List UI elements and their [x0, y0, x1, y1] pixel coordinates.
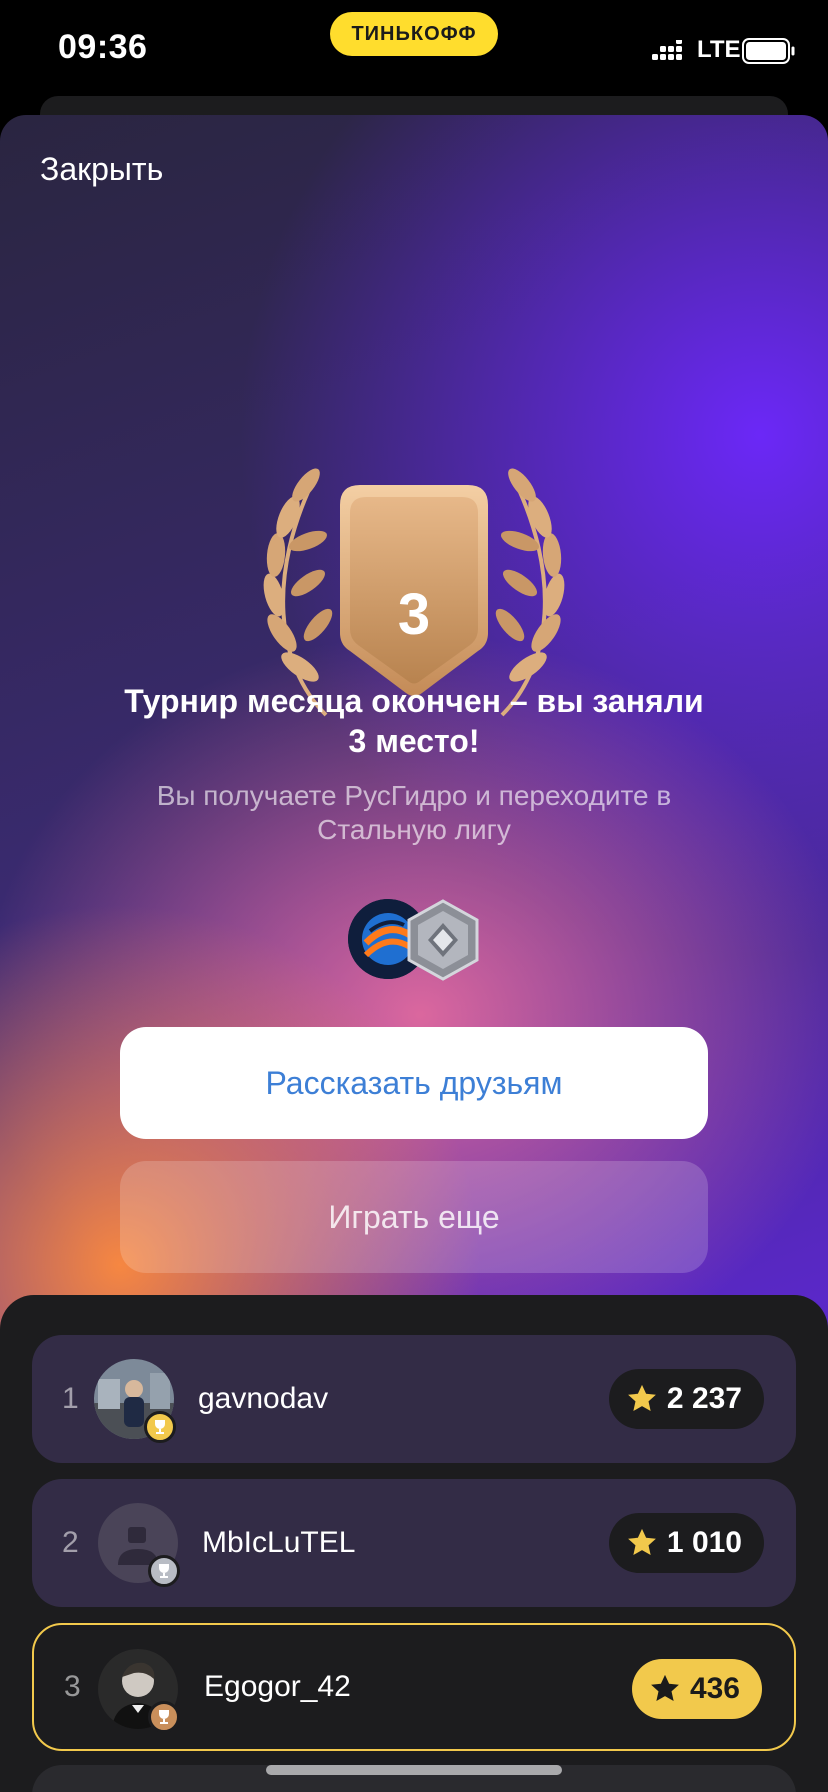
leaderboard-row-current-user[interactable]: 3 Egogor_42 436 — [32, 1623, 796, 1751]
player-name: gavnodav — [198, 1382, 329, 1415]
silver-cup-icon — [148, 1555, 180, 1587]
star-icon — [628, 1528, 656, 1556]
network-type: LTE — [697, 36, 741, 63]
play-again-button[interactable]: Играть еще — [120, 1161, 708, 1273]
rewards-group — [348, 899, 480, 983]
leaderboard-row[interactable]: 1 gavnodav 2 237 — [32, 1335, 796, 1463]
score-value: 436 — [689, 1672, 740, 1705]
leaderboard: 1 gavnodav 2 237 2 MbIcLuTEL 1 010 3 Ego… — [0, 1295, 828, 1792]
score-value: 2 237 — [666, 1382, 742, 1415]
signal-icon — [652, 40, 682, 60]
close-button[interactable]: Закрыть — [40, 151, 163, 188]
star-icon — [651, 1674, 679, 1702]
result-headline: Турнир месяца окончен – вы заняли 3 мест… — [124, 683, 704, 759]
player-name: Egogor_42 — [204, 1670, 351, 1703]
share-with-friends-button[interactable]: Рассказать друзьям — [120, 1027, 708, 1139]
score-pill: 436 — [631, 1659, 762, 1719]
rank-number: 1 — [62, 1382, 79, 1415]
place-badge: 3 — [256, 405, 572, 725]
gold-cup-icon — [144, 1411, 176, 1443]
result-subtext: Вы получаете РусГидро и переходите в Ста… — [156, 780, 672, 845]
bronze-cup-icon — [148, 1701, 180, 1733]
place-number: 3 — [397, 582, 431, 647]
star-icon — [628, 1384, 656, 1412]
rank-number: 2 — [62, 1526, 79, 1559]
leaderboard-row[interactable]: 2 MbIcLuTEL 1 010 — [32, 1479, 796, 1607]
laurel-wreath-icon — [263, 468, 565, 717]
steel-league-icon — [407, 899, 479, 981]
status-bar: 09:36 ТИНЬКОФФ LTE — [0, 0, 828, 100]
rank-number: 3 — [64, 1670, 81, 1703]
score-pill: 2 237 — [608, 1369, 764, 1429]
battery-icon — [742, 38, 795, 64]
score-pill: 1 010 — [608, 1513, 764, 1573]
brand-pill: ТИНЬКОФФ — [330, 12, 498, 56]
player-name: MbIcLuTEL — [202, 1526, 356, 1559]
status-time: 09:36 — [58, 28, 148, 66]
score-value: 1 010 — [666, 1526, 742, 1559]
home-indicator[interactable] — [266, 1765, 562, 1775]
